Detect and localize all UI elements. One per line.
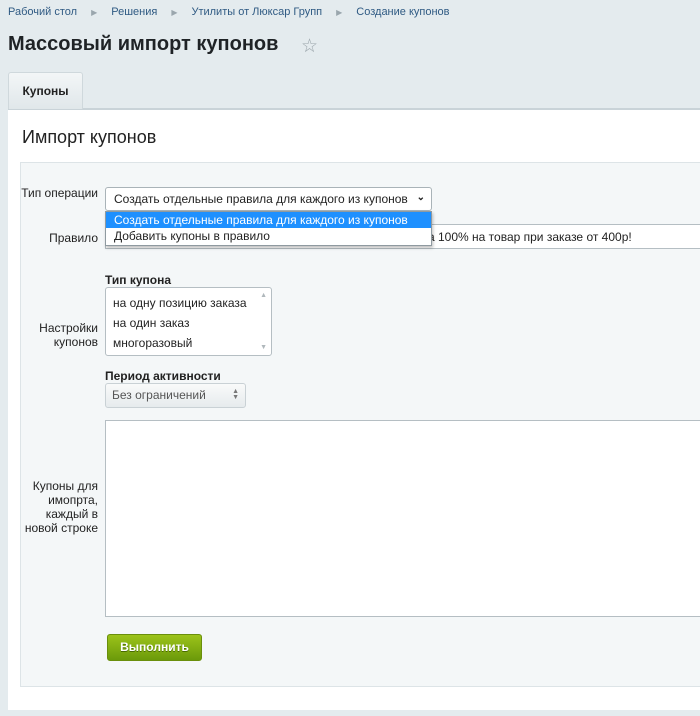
operation-label: Тип операции — [21, 186, 98, 200]
star-icon[interactable]: ☆ — [301, 35, 318, 58]
chevron-right-icon: ▶ — [171, 8, 178, 17]
operation-option-add[interactable]: Добавить купоны в правило — [106, 228, 431, 244]
period-label: Период активности — [105, 369, 221, 383]
scroll-up-icon[interactable]: ▲ — [260, 292, 267, 299]
coupon-type-option[interactable]: на одну позицию заказа — [106, 293, 271, 313]
coupon-type-option[interactable]: многоразовый — [106, 333, 271, 353]
coupon-type-option[interactable]: на один заказ — [106, 313, 271, 333]
chevron-down-icon: ⌄ — [416, 192, 425, 203]
period-select[interactable]: Без ограничений ▲ ▼ — [105, 383, 246, 408]
coupons-textarea[interactable] — [105, 420, 700, 617]
operation-option-separate[interactable]: Создать отдельные правила для каждого из… — [106, 212, 431, 228]
tab-coupons[interactable]: Купоны — [8, 72, 83, 109]
settings-label: Настройки купонов — [39, 321, 98, 349]
rule-label: Правило — [49, 231, 98, 245]
scroll-down-icon[interactable]: ▼ — [260, 344, 267, 351]
breadcrumb-create-coupons[interactable]: Создание купонов — [356, 6, 449, 19]
period-select-value: Без ограничений — [112, 388, 206, 402]
panel-title: Импорт купонов — [22, 127, 157, 147]
coupon-type-label: Тип купона — [105, 273, 172, 287]
operation-dropdown: Создать отдельные правила для каждого из… — [105, 211, 432, 246]
breadcrumb-solutions[interactable]: Решения — [111, 6, 157, 19]
page-title: Массовый импорт купонов — [8, 33, 279, 55]
breadcrumb: Рабочий стол ▶ Решения ▶ Утилиты от Люксар… — [8, 6, 450, 19]
operation-select[interactable]: Создать отдельные правила для каждого из… — [105, 187, 432, 211]
up-down-icon: ▲ ▼ — [232, 388, 239, 401]
chevron-right-icon: ▶ — [91, 8, 98, 17]
submit-button[interactable]: Выполнить — [107, 634, 202, 661]
coupons-label: Купоны для имопрта, каждый в новой строк… — [24, 479, 98, 535]
chevron-right-icon: ▶ — [336, 8, 343, 17]
operation-select-value: Создать отдельные правила для каждого из… — [114, 192, 408, 206]
breadcrumb-utilities[interactable]: Утилиты от Люксар Групп — [191, 6, 322, 19]
breadcrumb-desktop[interactable]: Рабочий стол — [8, 6, 77, 19]
coupon-type-list[interactable]: ▲ на одну позицию заказа на один заказ м… — [105, 287, 272, 356]
